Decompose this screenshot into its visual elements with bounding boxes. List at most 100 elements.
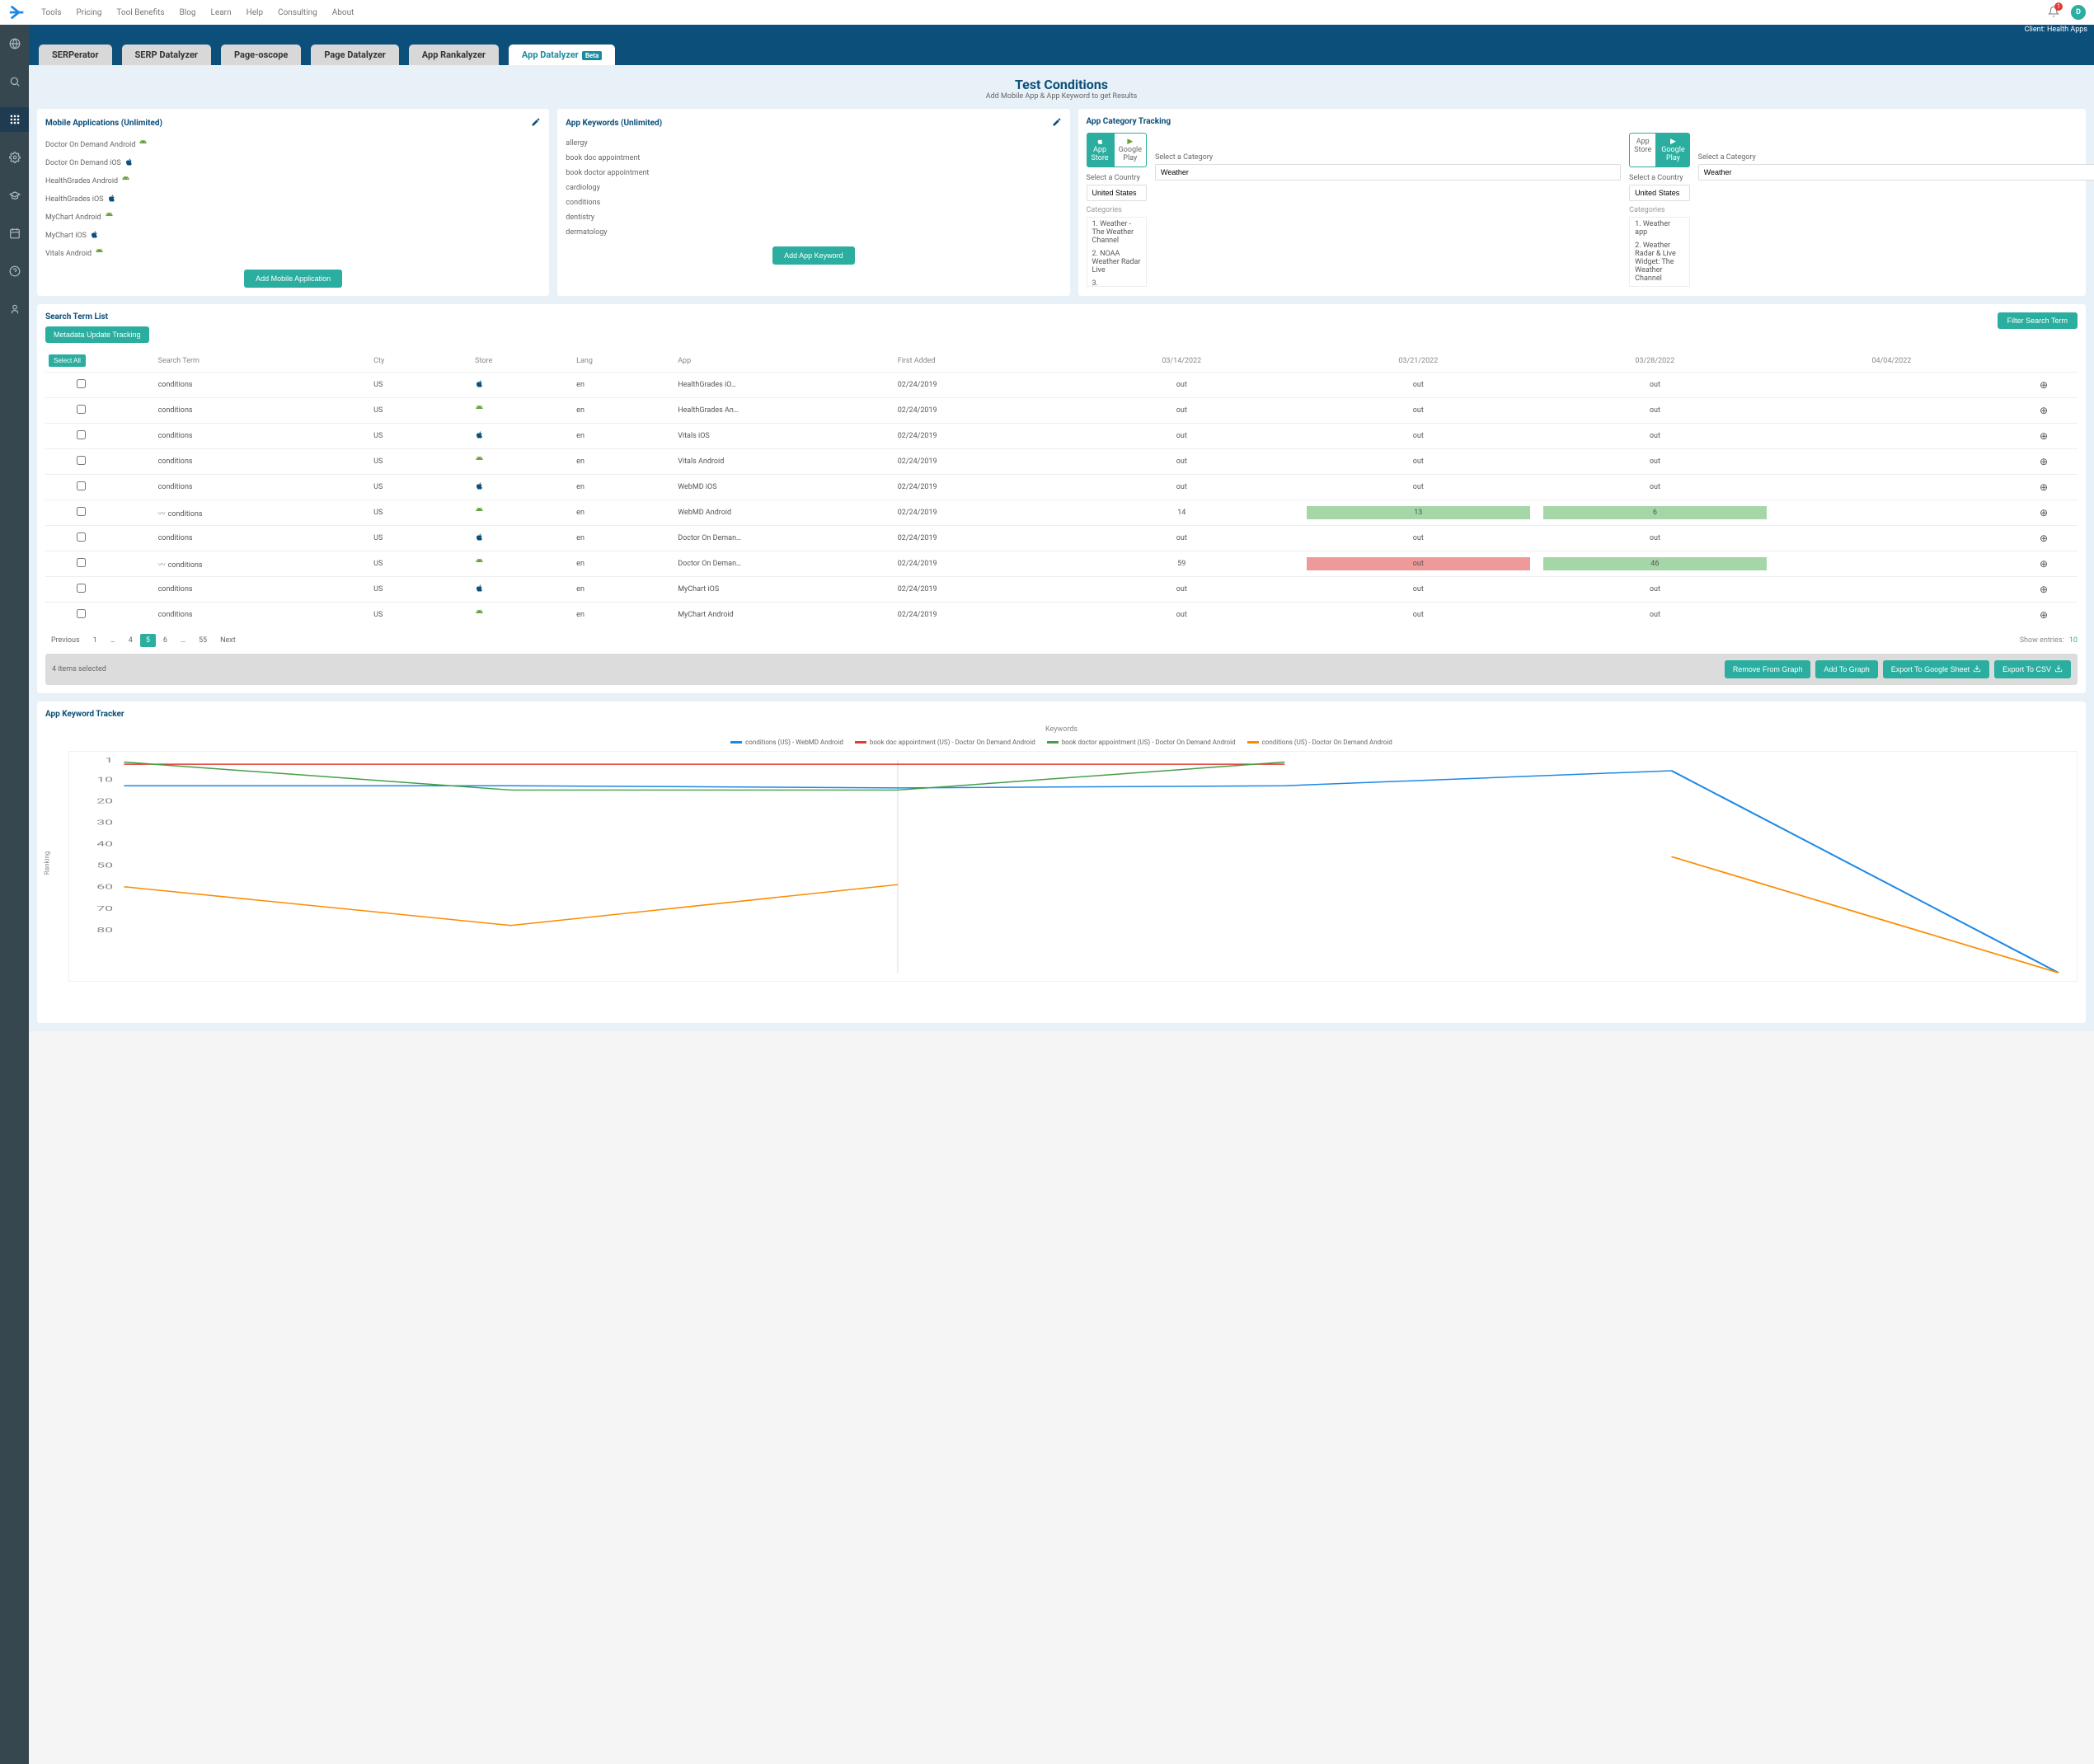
pagination-item[interactable]: 5: [140, 634, 156, 647]
pagination-item[interactable]: 55: [193, 634, 213, 647]
mobile-app-item[interactable]: HealthGrades Android: [45, 172, 541, 190]
table-header[interactable]: Store: [472, 350, 573, 373]
keyword-item[interactable]: book doctor appointment: [566, 166, 1061, 181]
sidebar-globe-icon[interactable]: [0, 31, 29, 56]
nav-link-learn[interactable]: Learn: [211, 8, 232, 17]
sidebar-calendar-icon[interactable]: [0, 221, 29, 246]
pagination-item[interactable]: 4: [123, 634, 139, 647]
row-checkbox[interactable]: [77, 405, 86, 414]
row-checkbox[interactable]: [77, 507, 86, 516]
table-header[interactable]: 03/14/2022: [1063, 350, 1300, 373]
notifications-bell[interactable]: 1: [2048, 6, 2059, 20]
row-checkbox[interactable]: [77, 481, 86, 490]
sidebar-user-icon[interactable]: [0, 297, 29, 321]
detail-icon[interactable]: ⊕: [2040, 379, 2048, 391]
app-store-toggle[interactable]: App Store: [1087, 133, 1114, 167]
sidebar-gear-icon[interactable]: [0, 145, 29, 170]
legend-item[interactable]: conditions (US) - WebMD Android: [730, 739, 843, 746]
row-checkbox[interactable]: [77, 609, 86, 618]
nav-link-tool-benefits[interactable]: Tool Benefits: [116, 8, 164, 17]
detail-icon[interactable]: ⊕: [2040, 481, 2048, 493]
category-input-android[interactable]: [1698, 164, 2094, 181]
pagination-item[interactable]: Next: [214, 634, 242, 647]
pagination-item[interactable]: 6: [157, 634, 173, 647]
legend-item[interactable]: conditions (US) - Doctor On Demand Andro…: [1247, 739, 1392, 746]
detail-icon[interactable]: ⊕: [2040, 532, 2048, 544]
sidebar-search-icon[interactable]: [0, 69, 29, 94]
sidebar-grid-icon[interactable]: [0, 107, 29, 132]
table-header[interactable]: Lang: [573, 350, 674, 373]
entries-count[interactable]: 10: [2069, 636, 2078, 645]
metadata-tracking-button[interactable]: Metadata Update Tracking: [45, 326, 149, 343]
keyword-item[interactable]: dentistry: [566, 210, 1061, 225]
pagination-item[interactable]: …: [175, 634, 191, 647]
nav-link-about[interactable]: About: [332, 8, 354, 17]
sidebar-education-icon[interactable]: [0, 183, 29, 208]
add-keyword-button[interactable]: Add App Keyword: [772, 246, 855, 265]
pagination-item[interactable]: Previous: [45, 634, 86, 647]
mobile-app-item[interactable]: HealthGrades iOS: [45, 190, 541, 209]
mobile-app-item[interactable]: MyChart Android: [45, 209, 541, 227]
avatar[interactable]: D: [2071, 5, 2086, 20]
export-to-google-sheet-button[interactable]: Export To Google Sheet: [1883, 660, 1989, 678]
category-item[interactable]: 1. Weather app: [1630, 218, 1689, 239]
country-input-ios[interactable]: [1087, 185, 1148, 201]
table-header[interactable]: Search Term: [117, 350, 371, 373]
sidebar-help-icon[interactable]: [0, 259, 29, 284]
table-header[interactable]: App: [674, 350, 894, 373]
google-play-toggle-2[interactable]: ▶ Google Play: [1656, 133, 1689, 167]
category-item[interactable]: 2. Weather Radar & Live Widget: The Weat…: [1630, 239, 1689, 285]
filter-search-term-button[interactable]: Filter Search Term: [1998, 312, 2078, 329]
row-checkbox[interactable]: [77, 456, 86, 465]
keyword-item[interactable]: allergy: [566, 136, 1061, 151]
category-item[interactable]: 2. NOAA Weather Radar Live: [1087, 247, 1147, 277]
category-item[interactable]: 1. Weather - The Weather Channel: [1087, 218, 1147, 247]
tab-app-rankalyzer[interactable]: App Rankalyzer: [409, 45, 499, 65]
add-to-graph-button[interactable]: Add To Graph: [1815, 660, 1877, 678]
edit-icon[interactable]: [531, 117, 541, 129]
logo[interactable]: [8, 3, 26, 21]
row-checkbox[interactable]: [77, 584, 86, 593]
detail-icon[interactable]: ⊕: [2040, 584, 2048, 595]
tab-page-datalyzer[interactable]: Page Datalyzer: [311, 45, 398, 65]
row-checkbox[interactable]: [77, 379, 86, 388]
table-header[interactable]: 03/28/2022: [1537, 350, 1773, 373]
legend-item[interactable]: book doctor appointment (US) - Doctor On…: [1047, 739, 1236, 746]
tab-serperator[interactable]: SERPerator: [39, 45, 112, 65]
table-header[interactable]: 04/04/2022: [1773, 350, 2010, 373]
keyword-item[interactable]: cardiology: [566, 181, 1061, 195]
table-header[interactable]: Cty: [370, 350, 472, 373]
keyword-item[interactable]: dermatology: [566, 225, 1061, 240]
detail-icon[interactable]: ⊕: [2040, 405, 2048, 416]
remove-from-graph-button[interactable]: Remove From Graph: [1725, 660, 1811, 678]
legend-item[interactable]: book doc appointment (US) - Doctor On De…: [855, 739, 1035, 746]
category-item[interactable]: 3. Weather by WeatherBug: Live Radar Map…: [1630, 285, 1689, 287]
pagination-item[interactable]: …: [105, 634, 121, 647]
row-checkbox[interactable]: [77, 430, 86, 439]
category-input-ios[interactable]: [1155, 164, 1621, 181]
row-checkbox[interactable]: [77, 558, 86, 567]
keyword-item[interactable]: book doc appointment: [566, 151, 1061, 166]
category-item[interactable]: 3. AccuWeather: Weather Alerts: [1087, 277, 1147, 287]
nav-link-help[interactable]: Help: [246, 8, 263, 17]
tab-serp-datalyzer[interactable]: SERP Datalyzer: [122, 45, 211, 65]
tab-app-datalyzer[interactable]: App DatalyzerBeta: [509, 45, 615, 65]
keyword-item[interactable]: conditions: [566, 195, 1061, 210]
select-all-button[interactable]: Select All: [49, 354, 86, 367]
nav-link-pricing[interactable]: Pricing: [76, 8, 101, 17]
table-header[interactable]: 03/21/2022: [1300, 350, 1537, 373]
country-input-android[interactable]: [1629, 185, 1690, 201]
app-store-toggle-2[interactable]: App Store: [1629, 133, 1656, 167]
edit-icon[interactable]: [1052, 117, 1062, 129]
mobile-app-item[interactable]: MyChart iOS: [45, 227, 541, 245]
export-to-csv-button[interactable]: Export To CSV: [1994, 660, 2071, 678]
nav-link-tools[interactable]: Tools: [41, 8, 61, 17]
pagination-item[interactable]: 1: [87, 634, 103, 647]
detail-icon[interactable]: ⊕: [2040, 507, 2048, 518]
table-header[interactable]: First Added: [894, 350, 1063, 373]
detail-icon[interactable]: ⊕: [2040, 430, 2048, 442]
nav-link-blog[interactable]: Blog: [180, 8, 196, 17]
mobile-app-item[interactable]: Vitals Android: [45, 245, 541, 263]
mobile-app-item[interactable]: Doctor On Demand iOS: [45, 154, 541, 172]
add-mobile-app-button[interactable]: Add Mobile Application: [244, 270, 342, 288]
